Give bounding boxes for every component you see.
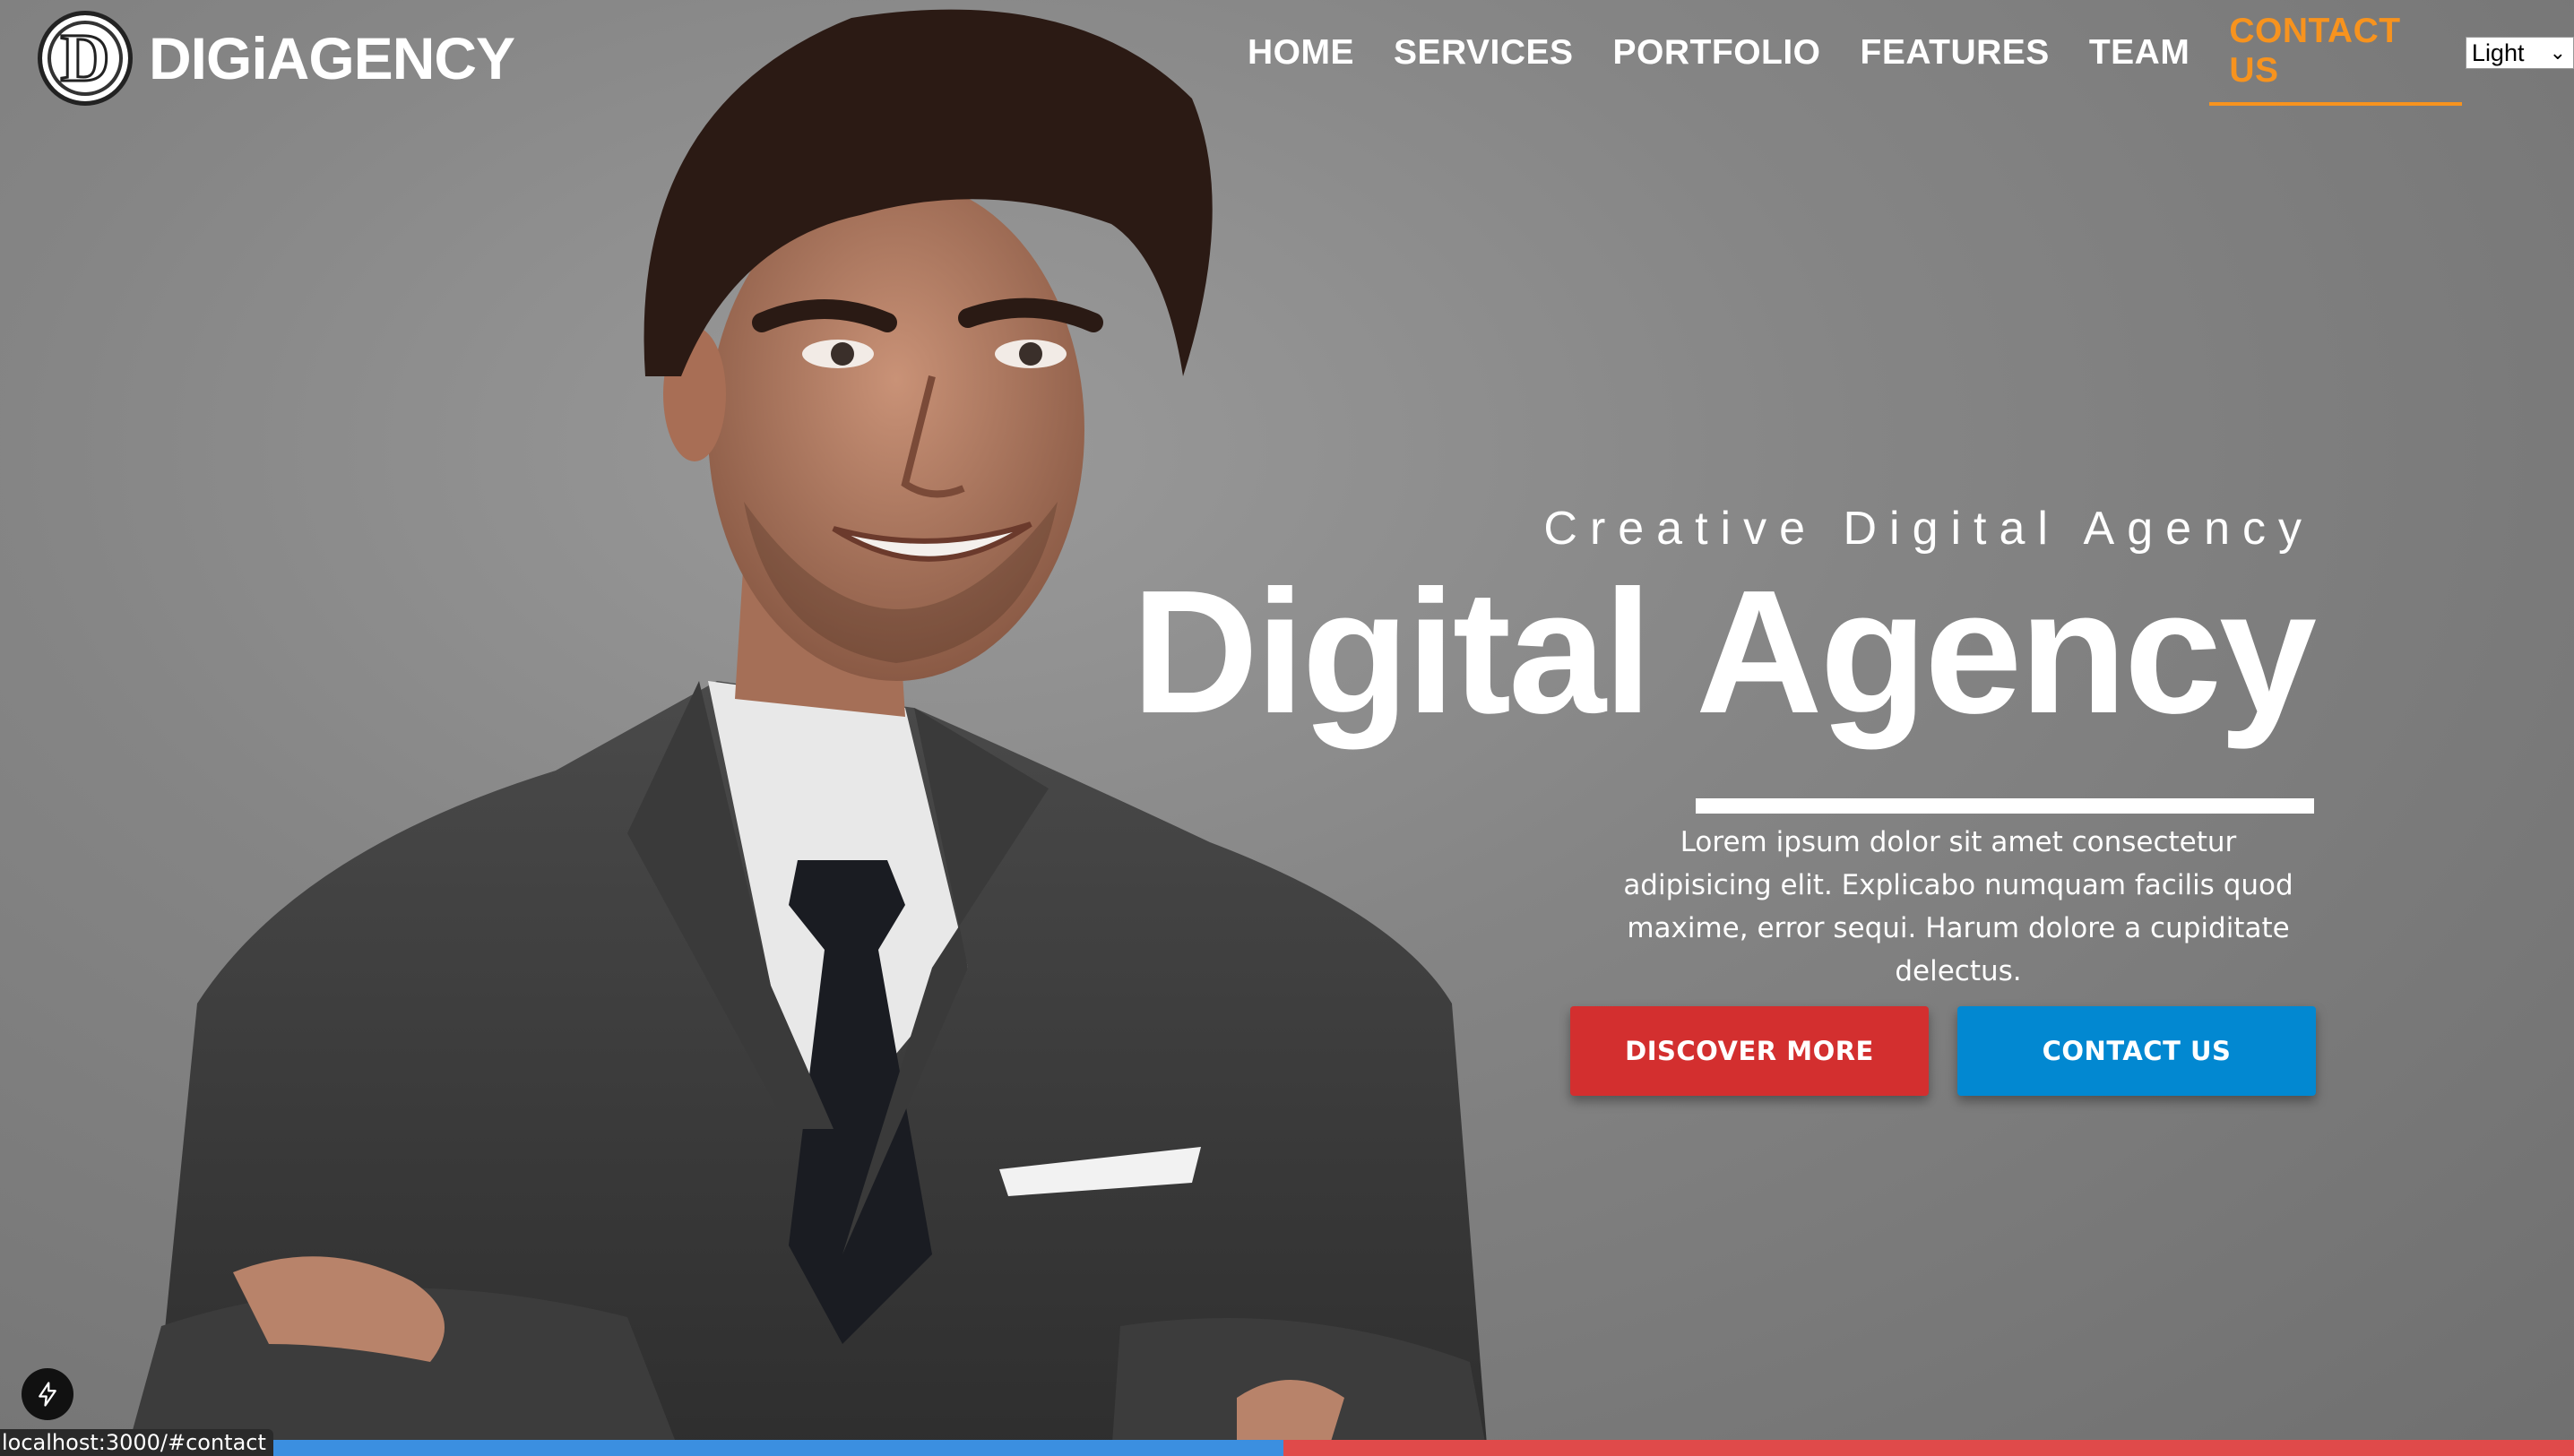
hero-lead-text: Lorem ipsum dolor sit amet consectetur a… <box>1623 826 2293 987</box>
nav-item-team[interactable]: TEAM <box>2069 0 2210 106</box>
contact-us-button[interactable]: CONTACT US <box>1957 1006 2316 1096</box>
browser-status-url: localhost:3000/#contact <box>0 1429 273 1456</box>
theme-select[interactable]: Light ⌄ <box>2465 37 2574 69</box>
dev-tools-lightning-icon[interactable] <box>22 1368 73 1420</box>
nav-item-portfolio[interactable]: PORTFOLIO <box>1594 0 1841 106</box>
nav-item-features[interactable]: FEATURES <box>1841 0 2069 106</box>
hero-eyebrow: Creative Digital Agency <box>1543 503 2314 555</box>
chevron-down-icon: ⌄ <box>2549 41 2566 64</box>
theme-select-value: Light <box>2471 39 2525 66</box>
brand-logo[interactable]: D DIGiAGENCY <box>38 11 515 106</box>
headline-word-agency: Agency <box>1695 554 2317 814</box>
hero-section: D DIGiAGENCY HOME SERVICES PORTFOLIO FEA… <box>0 0 2574 1456</box>
brand-name: DIGiAGENCY <box>149 25 515 91</box>
nav-item-home[interactable]: HOME <box>1228 0 1374 106</box>
section-bar-blue <box>265 1440 1283 1456</box>
discover-more-button[interactable]: DISCOVER MORE <box>1570 1006 1929 1096</box>
logo-mark-icon: D <box>38 11 133 106</box>
headline-word-digital: Digital <box>1131 554 1653 750</box>
main-nav: HOME SERVICES PORTFOLIO FEATURES TEAM CO… <box>1228 0 2574 106</box>
section-bar-red <box>1283 1440 2574 1456</box>
hero-headline: Digital Agency <box>1132 554 2317 814</box>
nav-item-contact-us[interactable]: CONTACT US <box>2209 0 2462 106</box>
logo-letter: D <box>59 21 111 96</box>
nav-item-services[interactable]: SERVICES <box>1374 0 1594 106</box>
